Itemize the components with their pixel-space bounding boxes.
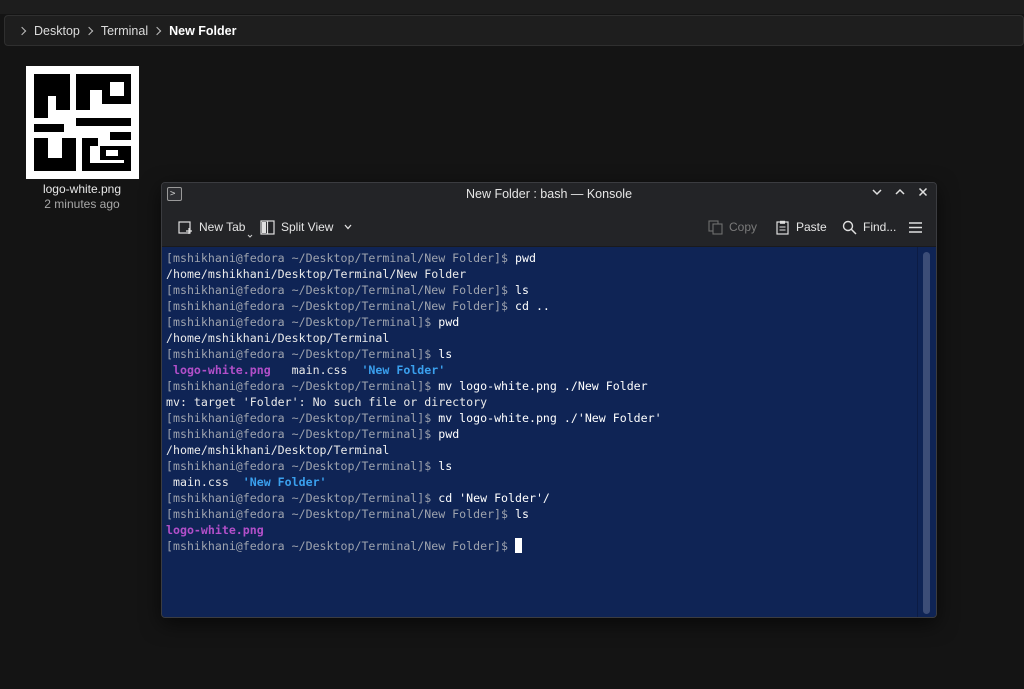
shell-command: ls	[515, 507, 529, 521]
terminal-line: [mshikhani@fedora ~/Desktop/Terminal/New…	[166, 282, 918, 298]
breadcrumb-new-folder[interactable]: New Folder	[169, 24, 236, 38]
shell-prompt: [mshikhani@fedora ~/Desktop/Terminal/New…	[166, 507, 516, 521]
paste-icon	[775, 220, 790, 235]
ls-file-entry: logo-white.png	[166, 523, 264, 537]
split-view-icon	[260, 219, 275, 235]
chevron-right-icon[interactable]	[17, 26, 27, 35]
copy-icon	[708, 219, 723, 235]
window-titlebar[interactable]: > New Folder : bash — Konsole	[162, 183, 936, 207]
ls-directory-entry: 'New Folder'	[242, 475, 327, 489]
terminal-scrollbar[interactable]	[917, 247, 936, 617]
shell-command: ls	[515, 283, 529, 297]
konsole-window[interactable]: > New Folder : bash — Konsole New Tab Sp…	[161, 182, 937, 618]
hamburger-menu-button[interactable]	[908, 215, 923, 239]
shell-command: mv logo-white.png ./'New Folder'	[438, 411, 662, 425]
terminal-line: [mshikhani@fedora ~/Desktop/Terminal]$ m…	[166, 410, 918, 426]
terminal-line: mv: target 'Folder': No such file or dir…	[166, 394, 918, 410]
terminal-line: main.css 'New Folder'	[166, 474, 918, 490]
terminal-line: [mshikhani@fedora ~/Desktop/Terminal]$ p…	[166, 426, 918, 442]
shell-command: mv logo-white.png ./New Folder	[438, 379, 648, 393]
shell-prompt: [mshikhani@fedora ~/Desktop/Terminal/New…	[166, 539, 516, 553]
terminal-line: [mshikhani@fedora ~/Desktop/Terminal]$ l…	[166, 458, 918, 474]
close-icon	[918, 187, 927, 197]
shell-prompt: [mshikhani@fedora ~/Desktop/Terminal]$	[166, 379, 439, 393]
terminal-output[interactable]: [mshikhani@fedora ~/Desktop/Terminal/New…	[162, 247, 918, 617]
window-title: New Folder : bash — Konsole	[465, 187, 633, 201]
terminal-line: [mshikhani@fedora ~/Desktop/Terminal]$ m…	[166, 378, 918, 394]
paste-button[interactable]: Paste	[775, 215, 827, 239]
terminal-line: /home/mshikhani/Desktop/Terminal	[166, 442, 918, 458]
shell-prompt: [mshikhani@fedora ~/Desktop/Terminal]$	[166, 427, 439, 441]
shell-command: cd 'New Folder'/	[438, 491, 550, 505]
chevron-up-icon	[894, 188, 905, 195]
shell-prompt: [mshikhani@fedora ~/Desktop/Terminal]$	[166, 411, 439, 425]
breadcrumb: Desktop Terminal New Folder	[4, 15, 1024, 46]
shell-prompt: [mshikhani@fedora ~/Desktop/Terminal]$	[166, 315, 439, 329]
copy-label: Copy	[729, 220, 758, 234]
find-label: Find...	[863, 220, 897, 234]
hamburger-menu-icon	[908, 220, 923, 235]
terminal-line: /home/mshikhani/Desktop/Terminal/New Fol…	[166, 266, 918, 282]
text-cursor	[515, 538, 523, 553]
dropdown-arrow-icon	[248, 234, 253, 238]
shell-command: ls	[438, 347, 453, 361]
command-output: /home/mshikhani/Desktop/Terminal	[166, 331, 390, 345]
scrollbar-thumb[interactable]	[923, 252, 930, 614]
copy-button[interactable]: Copy	[708, 215, 757, 239]
terminal-line: [mshikhani@fedora ~/Desktop/Terminal/New…	[166, 250, 918, 266]
ls-file-entry: logo-white.png	[166, 363, 271, 377]
shell-command: ls	[438, 459, 453, 473]
maximize-button[interactable]	[892, 186, 907, 202]
image-thumbnail	[25, 66, 139, 179]
terminal-line: [mshikhani@fedora ~/Desktop/Terminal/New…	[166, 298, 918, 314]
command-output: /home/mshikhani/Desktop/Terminal/New Fol…	[166, 267, 467, 281]
shell-prompt: [mshikhani@fedora ~/Desktop/Terminal]$	[166, 347, 439, 361]
shell-prompt: [mshikhani@fedora ~/Desktop/Terminal]$	[166, 491, 439, 505]
logo-thumbnail-image	[25, 66, 139, 179]
command-output: /home/mshikhani/Desktop/Terminal	[166, 443, 390, 457]
split-view-button[interactable]: Split View	[260, 215, 353, 239]
chevron-down-icon	[871, 189, 882, 196]
new-tab-button[interactable]: New Tab	[178, 215, 253, 239]
terminal-line: logo-white.png	[166, 522, 918, 538]
shell-prompt: [mshikhani@fedora ~/Desktop/Terminal/New…	[166, 299, 516, 313]
shell-prompt: [mshikhani@fedora ~/Desktop/Terminal/New…	[166, 251, 516, 265]
find-button[interactable]: Find...	[842, 215, 896, 239]
split-view-label: Split View	[281, 220, 334, 234]
ls-directory-entry: 'New Folder'	[361, 363, 446, 377]
shell-prompt: [mshikhani@fedora ~/Desktop/Terminal]$	[166, 459, 439, 473]
terminal-line: [mshikhani@fedora ~/Desktop/Terminal/New…	[166, 506, 918, 522]
window-top-strip	[0, 0, 1024, 14]
breadcrumb-terminal[interactable]: Terminal	[101, 24, 148, 38]
file-name: logo-white.png	[42, 182, 122, 196]
shell-command: cd ..	[515, 299, 550, 313]
new-tab-label: New Tab	[199, 220, 246, 234]
close-button[interactable]	[915, 186, 930, 202]
chevron-right-icon[interactable]	[84, 26, 94, 35]
terminal-line: /home/mshikhani/Desktop/Terminal	[166, 330, 918, 346]
minimize-button[interactable]	[869, 186, 884, 202]
paste-label: Paste	[796, 220, 827, 234]
ls-file-entry: main.css	[166, 475, 243, 489]
command-output: mv: target 'Folder': No such file or dir…	[166, 395, 488, 409]
search-icon	[842, 220, 857, 235]
terminal-line: [mshikhani@fedora ~/Desktop/Terminal]$ p…	[166, 314, 918, 330]
konsole-toolbar: New Tab Split View Copy Paste Find...	[162, 207, 936, 247]
file-item-logo-white[interactable]: logo-white.png 2 minutes ago	[20, 61, 144, 211]
shell-command: pwd	[438, 427, 460, 441]
breadcrumb-desktop[interactable]: Desktop	[34, 24, 80, 38]
new-tab-icon	[178, 220, 193, 235]
file-modified-time: 2 minutes ago	[44, 197, 120, 211]
shell-command: pwd	[515, 251, 536, 265]
chevron-down-icon	[344, 224, 352, 230]
ls-file-entry: main.css	[270, 363, 362, 377]
shell-command: pwd	[438, 315, 460, 329]
shell-prompt: [mshikhani@fedora ~/Desktop/Terminal/New…	[166, 283, 516, 297]
terminal-line: [mshikhani@fedora ~/Desktop/Terminal]$ l…	[166, 346, 918, 362]
terminal-line: logo-white.png main.css 'New Folder'	[166, 362, 918, 378]
terminal-line: [mshikhani@fedora ~/Desktop/Terminal]$ c…	[166, 490, 918, 506]
chevron-right-icon[interactable]	[152, 26, 162, 35]
terminal-line: [mshikhani@fedora ~/Desktop/Terminal/New…	[166, 538, 918, 554]
